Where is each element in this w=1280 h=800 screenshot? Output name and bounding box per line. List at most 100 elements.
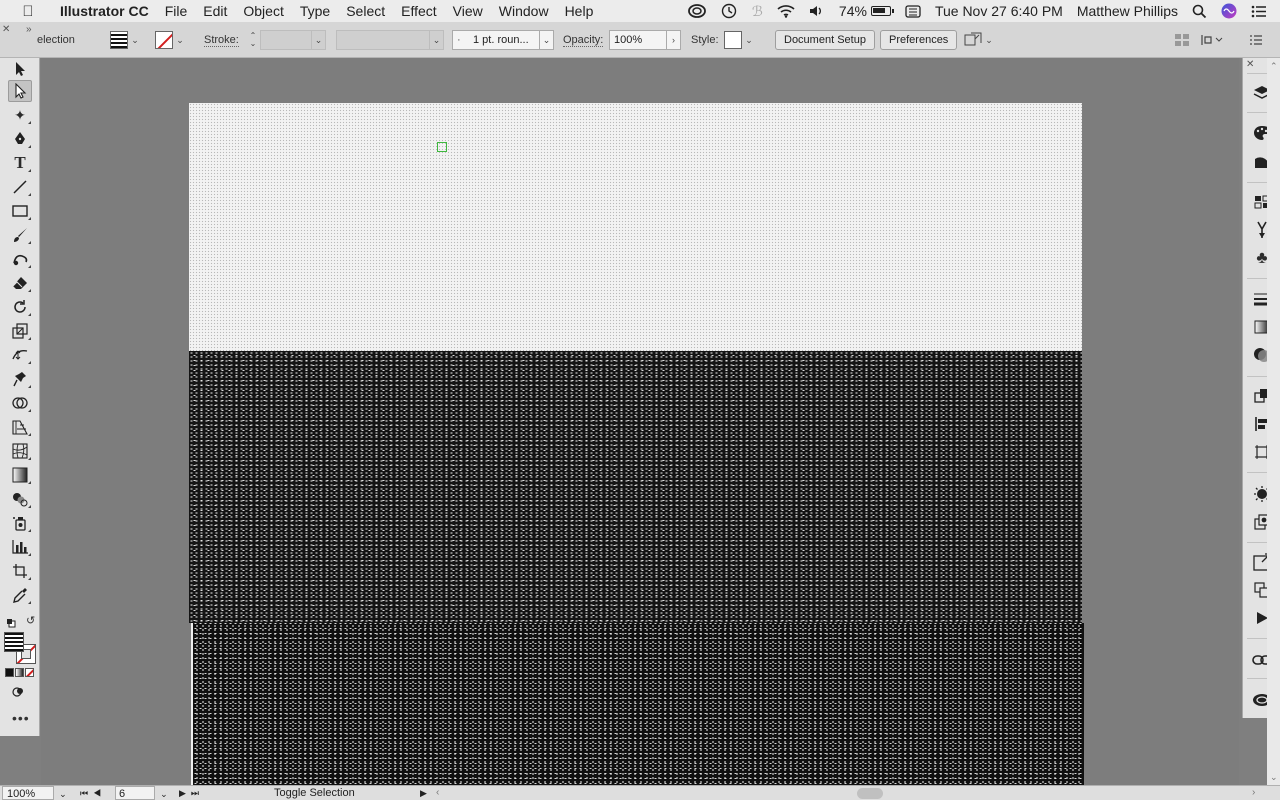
shaper-tool[interactable] xyxy=(8,248,32,270)
artboard[interactable] xyxy=(189,103,1084,785)
chevron-down-icon[interactable]: ⌄ xyxy=(430,30,444,50)
scroll-left-arrow-icon[interactable]: ‹ xyxy=(436,786,439,800)
type-tool[interactable]: T xyxy=(8,152,32,174)
volume-icon[interactable] xyxy=(802,0,832,22)
variable-width-profile[interactable]: · 1 pt. roun... ⌄ xyxy=(452,22,554,58)
spotlight-search-icon[interactable] xyxy=(1185,0,1214,22)
menu-select[interactable]: Select xyxy=(338,0,393,22)
line-segment-tool[interactable] xyxy=(8,176,32,198)
opacity-field[interactable]: 100% xyxy=(609,30,667,50)
rectangle-tool[interactable] xyxy=(8,200,32,222)
magic-wand-tool[interactable]: ✦ xyxy=(8,104,32,126)
column-graph-tool[interactable] xyxy=(8,536,32,558)
wifi-icon[interactable] xyxy=(770,0,802,22)
arrange-documents-icon[interactable] xyxy=(964,32,982,48)
fill-swatch[interactable] xyxy=(110,31,128,49)
mesh-tool[interactable] xyxy=(8,440,32,462)
eraser-tool[interactable] xyxy=(8,272,32,294)
scroll-right-arrow-icon[interactable]: › xyxy=(1252,786,1255,800)
shape-builder-tool[interactable] xyxy=(8,392,32,414)
horizontal-scroll-thumb[interactable] xyxy=(857,788,883,799)
scroll-up-arrow-icon[interactable]: ⌃ xyxy=(1270,61,1278,72)
selection-tool[interactable] xyxy=(8,58,32,80)
chevron-down-icon[interactable]: ⌄ xyxy=(59,789,67,799)
puppet-warp-tool[interactable] xyxy=(8,368,32,390)
fill-stroke-indicator[interactable] xyxy=(4,632,36,664)
scroll-down-arrow-icon[interactable]: ⌄ xyxy=(1270,772,1278,783)
menu-object[interactable]: Object xyxy=(235,0,291,22)
close-panel-icon[interactable]: ✕ xyxy=(2,24,10,35)
opacity-control[interactable]: 100% › xyxy=(609,22,681,58)
menu-view[interactable]: View xyxy=(445,0,491,22)
menu-file[interactable]: File xyxy=(157,0,196,22)
scale-tool[interactable] xyxy=(8,320,32,342)
creative-cloud-icon[interactable] xyxy=(681,0,713,22)
next-artboard-icon[interactable]: ▶ xyxy=(179,788,191,798)
menu-edit[interactable]: Edit xyxy=(195,0,235,22)
edit-toolbar-icon[interactable]: ••• xyxy=(12,710,30,726)
bluetooth-icon[interactable]: ℬ xyxy=(745,0,770,22)
battery-status[interactable]: 74% xyxy=(832,0,898,22)
menu-window[interactable]: Window xyxy=(491,0,557,22)
stroke-weight-field[interactable] xyxy=(260,30,312,50)
menu-effect[interactable]: Effect xyxy=(393,0,445,22)
document-setup-button[interactable]: Document Setup xyxy=(775,30,875,50)
gradient-mode-icon[interactable] xyxy=(15,668,24,677)
siri-icon[interactable] xyxy=(1214,0,1244,22)
arrange-documents-control[interactable]: ⌄ xyxy=(964,22,996,58)
stepper-arrows-icon[interactable]: ⌃ ⌄ xyxy=(246,32,260,48)
selected-anchor-point[interactable] xyxy=(437,142,447,152)
chevron-down-icon[interactable]: ⌄ xyxy=(312,30,326,50)
zoom-field[interactable]: 100% xyxy=(2,786,54,800)
brush-dropdown[interactable]: ⌄ xyxy=(336,22,444,58)
symbol-sprayer-tool[interactable] xyxy=(8,512,32,534)
zoom-control[interactable]: 100% ⌄ xyxy=(2,786,67,800)
chevron-down-icon[interactable]: ⌄ xyxy=(128,30,142,50)
clock-datetime[interactable]: Tue Nov 27 6:40 PM xyxy=(928,0,1070,22)
collapse-panel-icon[interactable]: » xyxy=(26,24,32,35)
panel-menu-icon[interactable] xyxy=(1250,22,1262,58)
chevron-down-icon[interactable]: ⌄ xyxy=(982,30,996,50)
last-artboard-icon[interactable]: ⏭ xyxy=(191,788,204,798)
preferences-button[interactable]: Preferences xyxy=(880,30,958,50)
first-artboard-icon[interactable]: ⏮ xyxy=(80,788,93,798)
opacity-label[interactable]: Opacity: xyxy=(563,34,604,47)
artboard-number-field[interactable]: 6 xyxy=(115,786,155,800)
chevron-down-icon[interactable]: ⌄ xyxy=(160,789,168,799)
menu-type[interactable]: Type xyxy=(292,0,338,22)
none-mode-icon[interactable] xyxy=(25,668,34,677)
paintbrush-tool[interactable] xyxy=(8,224,32,246)
artboard-tool[interactable] xyxy=(8,560,32,582)
stroke-swatch[interactable] xyxy=(155,31,173,49)
status-text[interactable]: Toggle Selection xyxy=(274,786,355,800)
pen-tool[interactable] xyxy=(8,128,32,150)
chevron-right-icon[interactable]: › xyxy=(667,30,681,50)
fill-indicator-swatch[interactable] xyxy=(4,632,24,652)
status-menu-arrow-icon[interactable]: ▶ xyxy=(420,786,427,800)
width-tool[interactable] xyxy=(8,344,32,366)
chevron-down-icon[interactable]: ⌄ xyxy=(540,30,554,50)
chevron-down-icon[interactable]: ⌄ xyxy=(173,30,187,50)
align-to-icon[interactable] xyxy=(1200,22,1226,58)
eyedropper-tool[interactable] xyxy=(8,584,32,606)
stroke-weight-stepper[interactable]: ⌃ ⌄ ⌄ xyxy=(246,22,326,58)
menu-help[interactable]: Help xyxy=(557,0,602,22)
gradient-tool[interactable] xyxy=(8,464,32,486)
previous-artboard-icon[interactable]: ◀ xyxy=(93,788,106,798)
blend-tool[interactable] xyxy=(8,488,32,510)
close-dock-icon[interactable]: ✕ xyxy=(1246,59,1254,70)
time-machine-icon[interactable] xyxy=(713,0,745,22)
app-menu[interactable]: Illustrator CC xyxy=(52,0,157,22)
stroke-color-control[interactable]: ⌄ xyxy=(155,22,187,58)
chevron-down-icon[interactable]: ⌄ xyxy=(742,30,756,50)
apple-logo-icon[interactable]:  xyxy=(18,3,38,20)
color-mode-icon[interactable] xyxy=(5,668,14,677)
notification-center-icon[interactable] xyxy=(1244,0,1274,22)
stroke-label[interactable]: Stroke: xyxy=(204,34,239,47)
perspective-grid-tool[interactable] xyxy=(8,416,32,438)
document-canvas[interactable] xyxy=(41,58,1239,785)
direct-selection-tool[interactable] xyxy=(8,80,32,102)
graphic-style-swatch[interactable] xyxy=(724,31,742,49)
keyboard-input-icon[interactable] xyxy=(898,0,928,22)
brush-field[interactable] xyxy=(336,30,430,50)
